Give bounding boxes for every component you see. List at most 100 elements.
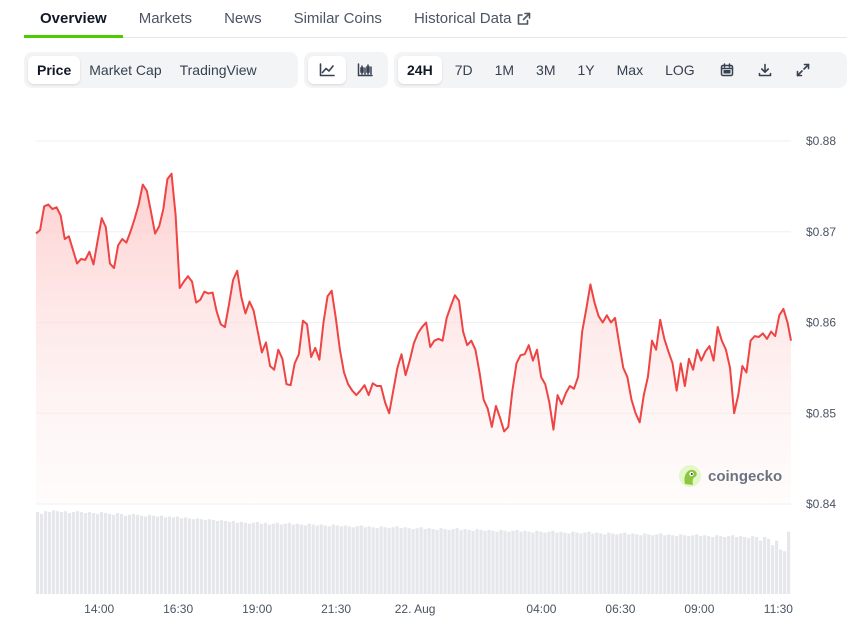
tab-news-label: News	[224, 10, 262, 27]
tab-overview[interactable]: Overview	[24, 0, 123, 38]
volume-bar	[691, 535, 695, 594]
volume-bar	[475, 529, 479, 594]
volume-bar	[439, 528, 443, 594]
volume-bar	[775, 540, 779, 594]
volume-bar	[779, 549, 783, 594]
volume-bar	[431, 529, 435, 594]
range-1y-button[interactable]: 1Y	[569, 56, 604, 84]
volume-bar	[503, 530, 507, 594]
volume-bar	[367, 526, 371, 594]
volume-bar	[255, 521, 259, 594]
volume-bar	[67, 513, 72, 594]
volume-bar	[663, 535, 667, 594]
tradingview-button[interactable]: TradingView	[171, 56, 266, 84]
volume-bar	[539, 531, 543, 594]
volume-bar	[619, 533, 623, 594]
volume-bar	[671, 535, 675, 594]
volume-bar	[303, 525, 307, 594]
x-tick-label: 22. Aug	[395, 602, 436, 616]
volume-bar	[231, 521, 235, 594]
line-chart-button[interactable]	[308, 56, 346, 84]
range-max-button[interactable]: Max	[608, 56, 652, 84]
tab-similar-coins[interactable]: Similar Coins	[278, 0, 398, 38]
volume-bar	[207, 519, 211, 594]
volume-bar	[199, 519, 203, 594]
volume-bar	[423, 529, 427, 594]
external-link-icon	[517, 12, 531, 26]
volume-bar	[415, 528, 419, 594]
volume-bar	[611, 533, 615, 594]
range-24h-button[interactable]: 24H	[398, 56, 442, 84]
volume-bar	[339, 526, 343, 594]
range-1m-button[interactable]: 1M	[486, 56, 523, 84]
volume-bar	[495, 531, 499, 594]
volume-bar	[555, 532, 559, 594]
volume-bar	[139, 515, 144, 594]
volume-bar	[511, 530, 515, 594]
volume-bar	[559, 531, 563, 594]
volume-bar	[755, 537, 759, 594]
volume-bar	[763, 537, 767, 594]
volume-bar	[731, 535, 735, 594]
volume-bar	[195, 518, 199, 594]
volume-bar	[435, 529, 439, 594]
volume-bar	[703, 535, 707, 594]
candlestick-chart-button[interactable]	[346, 56, 384, 84]
tab-markets-label: Markets	[138, 10, 193, 27]
volume-bar	[639, 535, 643, 594]
tab-news[interactable]: News	[208, 0, 278, 38]
volume-bar	[575, 532, 579, 594]
volume-bar	[259, 523, 263, 594]
x-tick-label: 09:00	[684, 602, 714, 616]
coingecko-watermark: coingecko	[679, 465, 782, 487]
volume-bar	[603, 534, 607, 594]
volume-bar	[323, 525, 327, 594]
volume-bar	[47, 512, 52, 594]
volume-bar	[519, 531, 523, 594]
volume-bar	[427, 528, 431, 594]
volume-bar	[567, 533, 571, 594]
tab-historical-data[interactable]: Historical Data	[398, 0, 548, 38]
price-chart[interactable]: $0.88 $0.87 $0.86 $0.85 $0.84 14:00 16:30 19:0…	[0, 100, 847, 625]
download-button[interactable]	[746, 56, 784, 84]
volume-bar	[71, 512, 76, 594]
volume-bar	[679, 534, 683, 594]
tab-similar-coins-label: Similar Coins	[293, 10, 382, 27]
volume-bar	[383, 527, 387, 594]
volume-bar	[727, 536, 731, 594]
line-chart-icon	[319, 63, 335, 77]
volume-bar	[515, 529, 519, 594]
calendar-button[interactable]	[708, 56, 746, 84]
volume-bar	[123, 515, 128, 594]
volume-bar	[447, 529, 451, 594]
volume-bar	[407, 528, 411, 594]
x-tick-label: 21:30	[321, 602, 351, 616]
log-scale-button[interactable]: LOG	[656, 56, 704, 84]
y-tick-label: $0.87	[806, 225, 836, 239]
volume-bar	[267, 524, 271, 594]
range-7d-button[interactable]: 7D	[446, 56, 482, 84]
volume-bar	[351, 527, 355, 594]
volume-bar	[279, 524, 283, 594]
volume-bar	[647, 534, 651, 594]
market-cap-button[interactable]: Market Cap	[80, 56, 170, 84]
volume-bar	[131, 513, 136, 594]
volume-bar	[719, 536, 723, 594]
volume-bar	[155, 516, 160, 594]
volume-bar	[163, 517, 168, 594]
x-tick-label: 11:30	[764, 602, 793, 616]
volume-bar	[595, 532, 599, 594]
y-axis-labels: $0.88 $0.87 $0.86 $0.85 $0.84	[806, 134, 836, 511]
range-3m-button[interactable]: 3M	[527, 56, 564, 84]
volume-bar	[651, 535, 655, 594]
expand-button[interactable]	[784, 56, 822, 84]
volume-bar	[36, 512, 40, 594]
price-button[interactable]: Price	[28, 56, 81, 84]
volume-bar	[103, 513, 108, 594]
volume-bar	[335, 525, 339, 594]
volume-bar	[551, 530, 555, 594]
tab-markets[interactable]: Markets	[123, 0, 208, 38]
volume-bar	[215, 521, 219, 594]
volume-bar	[51, 510, 56, 594]
volume-bar	[455, 528, 459, 594]
